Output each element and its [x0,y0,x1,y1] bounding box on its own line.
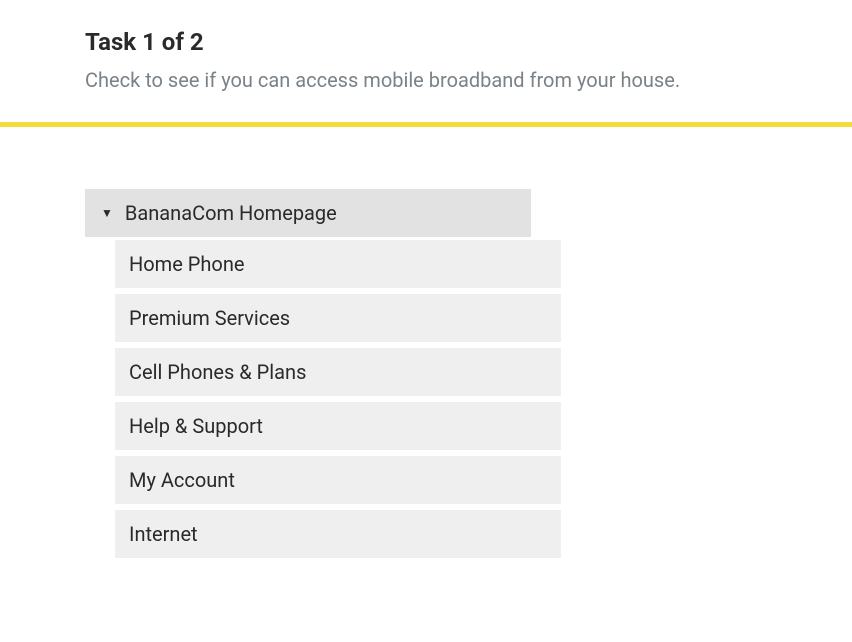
divider [0,122,852,127]
tree-root-node[interactable]: ▼ BananaCom Homepage [85,189,531,237]
tree-child-label: Home Phone [129,252,244,276]
tree-child-label: Help & Support [129,414,263,438]
tree-child-label: Premium Services [129,306,290,330]
task-title: Task 1 of 2 [85,28,767,56]
task-header: Task 1 of 2 Check to see if you can acce… [0,0,852,92]
tree-child-premium-services[interactable]: Premium Services [115,294,561,342]
tree-root-label: BananaCom Homepage [125,201,337,225]
tree-child-my-account[interactable]: My Account [115,456,561,504]
tree-child-internet[interactable]: Internet [115,510,561,558]
tree-child-cell-phones[interactable]: Cell Phones & Plans [115,348,561,396]
site-tree: ▼ BananaCom Homepage Home Phone Premium … [0,189,852,558]
task-description: Check to see if you can access mobile br… [85,68,767,92]
caret-down-icon: ▼ [101,207,113,219]
tree-child-label: Cell Phones & Plans [129,360,306,384]
tree-child-label: Internet [129,522,198,546]
tree-child-label: My Account [129,468,235,492]
tree-child-home-phone[interactable]: Home Phone [115,240,561,288]
tree-child-help-support[interactable]: Help & Support [115,402,561,450]
